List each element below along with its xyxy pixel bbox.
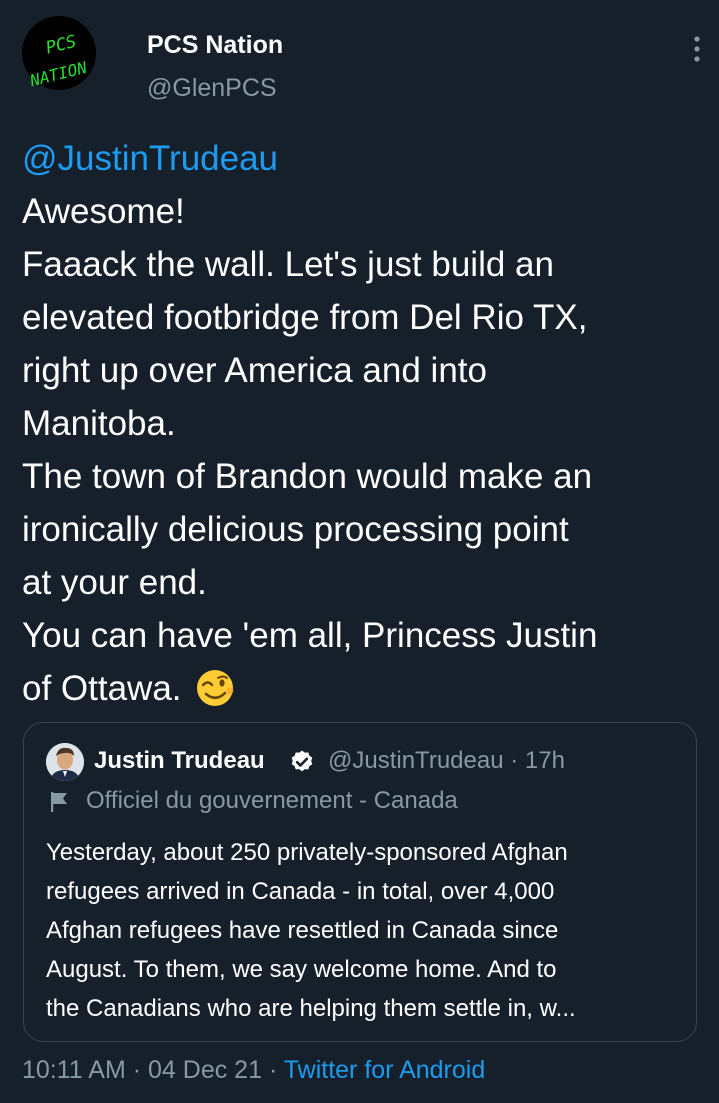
government-flag-icon xyxy=(51,792,67,812)
avatar-text-top: PCS xyxy=(44,32,79,59)
quoted-display-name[interactable]: Justin Trudeau xyxy=(94,747,265,775)
separator: · xyxy=(268,1056,278,1084)
tweet-date[interactable]: 04 Dec 21 xyxy=(148,1056,262,1084)
tweet-line: The town of Brandon would make an xyxy=(22,457,593,496)
quoted-line: Afghan refugees have resettled in Canada… xyxy=(46,917,559,944)
tweet-line-last: of Ottawa. xyxy=(22,662,702,715)
tweet-line: Awesome! xyxy=(22,192,185,231)
quoted-handle-time: @JustinTrudeau · 17h xyxy=(328,747,565,775)
account-label: Officiel du gouvernement - Canada xyxy=(86,787,458,814)
avatar-logo: PCS NATION xyxy=(27,32,89,91)
tweet-line: at your end. xyxy=(22,563,207,602)
verified-badge-icon xyxy=(291,750,313,772)
user-handle[interactable]: @GlenPCS xyxy=(147,74,277,103)
separator: · xyxy=(132,1056,142,1084)
quoted-tweet[interactable]: Justin Trudeau @JustinTrudeau · 17h Offi… xyxy=(23,722,697,1042)
tweet-line-text: of Ottawa. xyxy=(22,669,182,708)
tweet-line: elevated footbridge from Del Rio TX, xyxy=(22,298,588,337)
tweet-source-link[interactable]: Twitter for Android xyxy=(284,1056,485,1084)
quoted-time[interactable]: 17h xyxy=(525,747,565,774)
quoted-line: refugees arrived in Canada - in total, o… xyxy=(46,878,555,905)
avatar[interactable]: PCS NATION xyxy=(22,16,122,90)
tweet-line: Manitoba. xyxy=(22,404,176,443)
quoted-tweet-text: Yesterday, about 250 privately-sponsored… xyxy=(46,833,686,1028)
tweet-line: Faaack the wall. Let's just build an xyxy=(22,245,554,284)
quoted-line: Yesterday, about 250 privately-sponsored… xyxy=(46,839,568,866)
more-options-icon[interactable] xyxy=(689,34,705,64)
quoted-line: the Canadians who are helping them settl… xyxy=(46,995,576,1022)
separator: · xyxy=(510,747,519,774)
tweet-time[interactable]: 10:11 AM xyxy=(22,1056,126,1084)
tweet-header: PCS NATION PCS Nation @GlenPCS xyxy=(22,16,700,102)
person-icon xyxy=(46,743,84,781)
quoted-avatar[interactable] xyxy=(46,743,84,781)
quoted-line: August. To them, we say welcome home. An… xyxy=(46,956,557,983)
tweet-line: You can have 'em all, Princess Justin xyxy=(22,616,598,655)
tweet-text: @JustinTrudeau Awesome! Faaack the wall.… xyxy=(22,132,702,715)
tweet-line: right up over America and into xyxy=(22,351,487,390)
quoted-handle[interactable]: @JustinTrudeau xyxy=(328,747,504,774)
display-name[interactable]: PCS Nation xyxy=(147,31,283,60)
avatar-text-bottom: NATION xyxy=(27,58,89,91)
mention-link[interactable]: @JustinTrudeau xyxy=(22,132,702,185)
tweet-line: ironically delicious processing point xyxy=(22,510,569,549)
tweet-metadata: 10:11 AM · 04 Dec 21 · Twitter for Andro… xyxy=(22,1056,485,1085)
winking-face-icon xyxy=(196,670,234,706)
